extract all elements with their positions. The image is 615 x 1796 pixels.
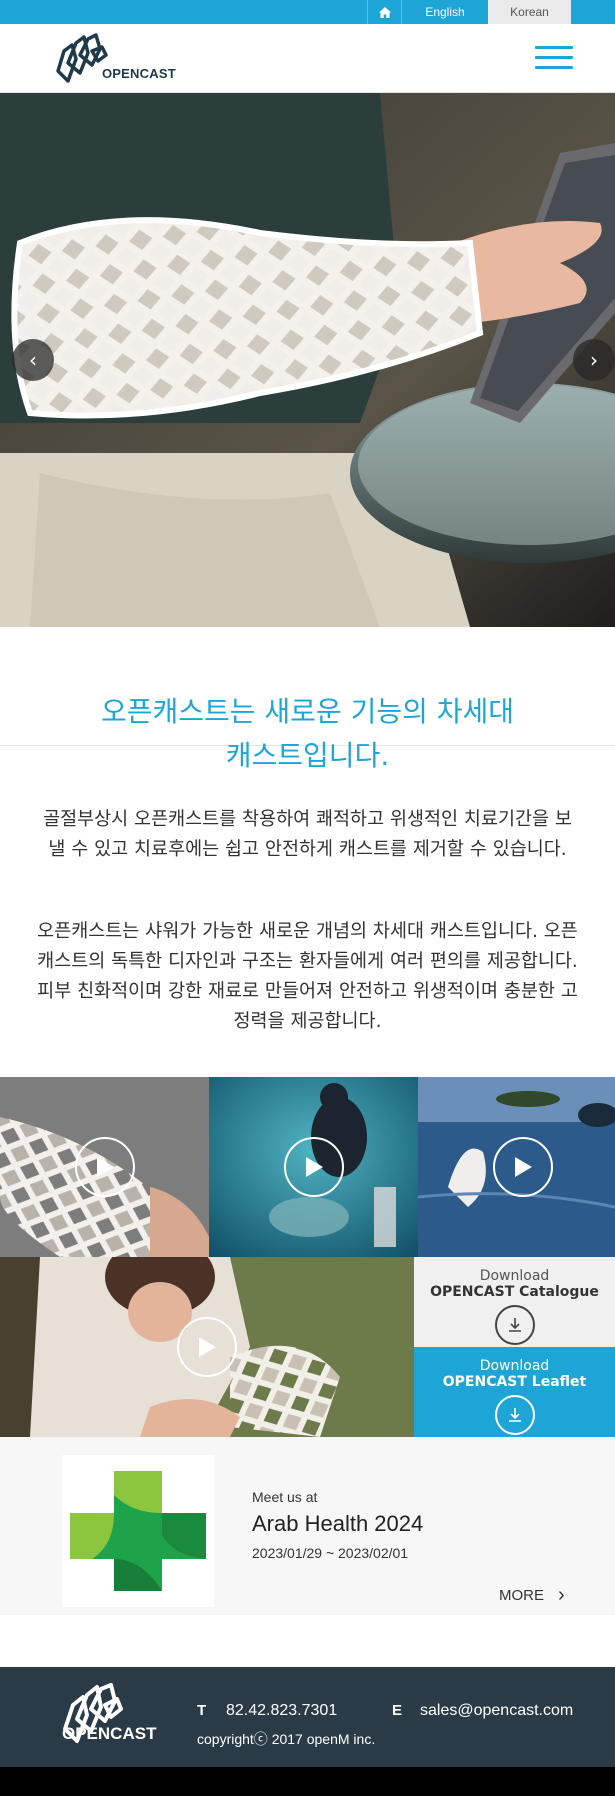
download-leaflet-button[interactable]: Download OPENCAST Leaflet: [414, 1347, 615, 1437]
copyright-text: copyrightⓒ 2017 openM inc.: [197, 1731, 376, 1747]
play-icon: [306, 1157, 323, 1177]
video-tile-2[interactable]: [209, 1077, 418, 1257]
more-label: MORE: [499, 1587, 544, 1604]
intro-title: 오픈캐스트는 새로운 기능의 차세대 캐스트입니다.: [40, 690, 575, 778]
chevron-right-icon: ›: [590, 348, 598, 372]
telephone-label: T: [197, 1702, 207, 1719]
hero-image: [0, 93, 615, 627]
top-utility-bar: English Korean: [0, 0, 615, 24]
intro-title-line1: 오픈캐스트는 새로운 기능의 차세대: [100, 695, 515, 728]
intro-paragraph-1: 골절부상시 오픈캐스트를 착용하여 쾌적하고 위생적인 치료기간을 보낼 수 있…: [43, 809, 572, 860]
slider-next-button[interactable]: ›: [573, 339, 615, 381]
video-tile-1[interactable]: [0, 1077, 209, 1257]
site-header: OPENCAST: [0, 24, 615, 93]
event-dates: 2023/01/29 ~ 2023/02/01: [252, 1545, 409, 1561]
hamburger-menu-icon[interactable]: [535, 46, 573, 72]
email-value[interactable]: sales@opencast.com: [420, 1702, 573, 1720]
event-logo[interactable]: [62, 1455, 214, 1607]
logo-wordmark: OPENCAST: [102, 66, 176, 81]
chevron-right-icon: ›: [558, 1584, 565, 1606]
event-title: Arab Health 2024: [252, 1511, 424, 1536]
video-tile-3[interactable]: [418, 1077, 615, 1257]
event-section: Meet us at Arab Health 2024 2023/01/29 ~…: [0, 1437, 615, 1615]
download-icon: [494, 1305, 535, 1345]
play-button[interactable]: [493, 1137, 553, 1197]
play-button[interactable]: [75, 1137, 135, 1197]
play-icon: [515, 1157, 532, 1177]
download-catalogue-button[interactable]: Download OPENCAST Catalogue: [414, 1257, 615, 1347]
play-button[interactable]: [284, 1137, 344, 1197]
download-leaflet-line1: Download: [479, 1358, 550, 1374]
bottom-bar: [0, 1767, 615, 1796]
home-icon: [378, 6, 391, 18]
intro-paragraph-2: 오픈캐스트는 샤워가 가능한 새로운 개념의 차세대 캐스트입니다. 오픈캐스트…: [37, 921, 578, 1032]
intro-title-line2: 캐스트입니다.: [225, 739, 390, 772]
event-more-link[interactable]: MORE ›: [499, 1584, 565, 1607]
download-catalogue-line1: Download: [479, 1268, 550, 1284]
intro-section: 오픈캐스트는 새로운 기능의 차세대 캐스트입니다. 골절부상시 오픈캐스트를 …: [0, 627, 615, 1077]
play-icon: [199, 1337, 216, 1357]
opencast-logo[interactable]: OPENCAST: [54, 33, 184, 85]
download-catalogue-line2: OPENCAST Catalogue: [430, 1284, 599, 1300]
home-button[interactable]: [367, 0, 402, 24]
arab-health-cross-logo: [70, 1471, 206, 1591]
language-english-link[interactable]: English: [402, 0, 488, 24]
chevron-left-icon: ‹: [29, 348, 37, 372]
language-korean-link[interactable]: Korean: [488, 0, 571, 24]
hero-slider: ‹ ›: [0, 93, 615, 627]
video-tile-4[interactable]: [0, 1257, 414, 1437]
email-label: E: [392, 1702, 403, 1719]
download-icon: [494, 1395, 535, 1435]
play-icon: [97, 1157, 114, 1177]
telephone-value[interactable]: 82.42.823.7301: [226, 1702, 337, 1720]
site-footer: OPENCAST T 82.42.823.7301 E sales@openca…: [0, 1667, 615, 1767]
play-button[interactable]: [177, 1317, 237, 1377]
slider-prev-button[interactable]: ‹: [12, 339, 54, 381]
event-meet-label: Meet us at: [252, 1489, 318, 1505]
footer-wordmark: OPENCAST: [62, 1724, 157, 1743]
download-leaflet-line2: OPENCAST Leaflet: [442, 1374, 587, 1390]
